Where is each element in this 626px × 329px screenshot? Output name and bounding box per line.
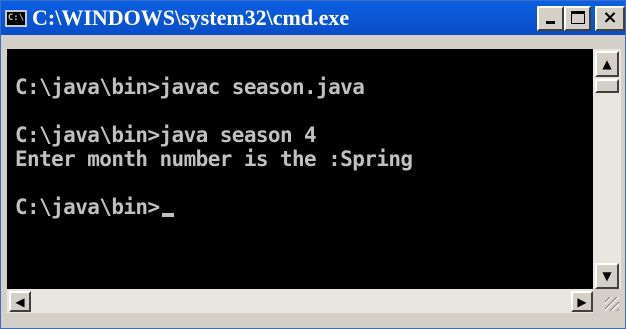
vertical-scrollbar[interactable]: ▲ ▼	[593, 49, 621, 289]
minimize-button[interactable]	[537, 6, 564, 31]
cmd-app-icon[interactable]: C:\	[5, 10, 27, 27]
console-prompt-line: C:\java\bin>	[15, 195, 174, 219]
text-cursor	[161, 213, 174, 217]
vertical-scroll-thumb[interactable]	[595, 79, 619, 93]
scroll-down-button[interactable]: ▼	[595, 263, 619, 289]
minimize-icon	[546, 21, 555, 24]
resize-grip-icon	[605, 297, 619, 311]
horizontal-scrollbar[interactable]: ◀ ▶	[7, 289, 593, 313]
console-line: Enter month number is the :Spring	[15, 147, 413, 171]
console-line: C:\java\bin>javac season.java	[15, 75, 365, 99]
scroll-up-button[interactable]: ▲	[595, 51, 619, 77]
scroll-left-button[interactable]: ◀	[9, 291, 31, 312]
prompt-text: C:\java\bin>	[15, 195, 160, 219]
close-button[interactable]: ×	[595, 6, 625, 31]
scroll-right-button[interactable]: ▶	[571, 291, 593, 312]
cmd-window: C:\ C:\WINDOWS\system32\cmd.exe × C:\jav…	[0, 0, 626, 329]
window-title: C:\WINDOWS\system32\cmd.exe	[32, 5, 350, 30]
maximize-button[interactable]	[564, 6, 591, 31]
resize-grip[interactable]	[593, 289, 621, 313]
maximize-icon	[571, 11, 585, 24]
console-output[interactable]: C:\java\bin>javac season.java C:\java\bi…	[7, 49, 593, 289]
console-line: C:\java\bin>java season 4	[15, 123, 317, 147]
title-bar[interactable]: C:\ C:\WINDOWS\system32\cmd.exe ×	[1, 1, 625, 35]
